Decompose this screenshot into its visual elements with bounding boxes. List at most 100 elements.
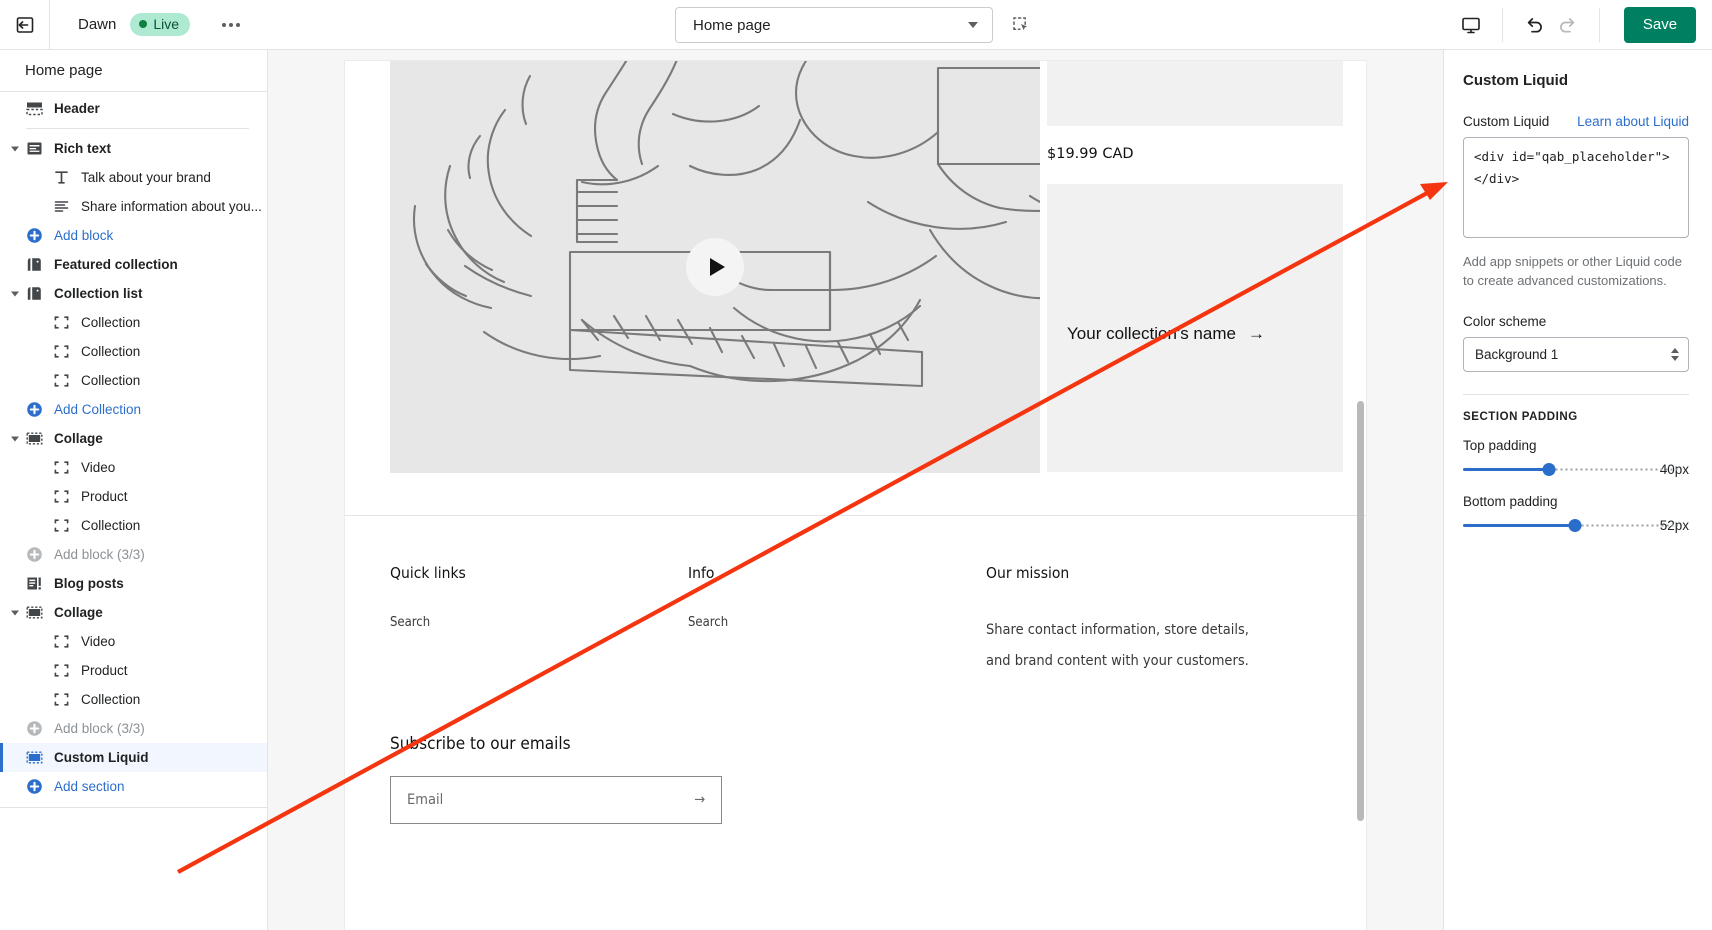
- collage-video-block[interactable]: [390, 61, 1040, 473]
- add-circle-icon: [27, 402, 42, 417]
- bottom-padding-label: Bottom padding: [1463, 494, 1558, 509]
- add-circle-icon: [27, 779, 42, 794]
- sidebar-item-add-section[interactable]: Add section: [0, 772, 267, 801]
- sidebar-item-label: Product: [81, 663, 128, 678]
- store-preview: $19.99 CAD Your collection's name → Quic…: [268, 50, 1444, 930]
- sidebar-item-collage[interactable]: Collage: [0, 424, 267, 453]
- play-icon: [709, 258, 725, 276]
- sidebar-item-collection[interactable]: Collection: [0, 337, 267, 366]
- sidebar-item-collection[interactable]: Collection: [0, 366, 267, 395]
- save-button[interactable]: Save: [1624, 6, 1696, 43]
- arrow-right-icon: →: [1247, 324, 1265, 343]
- sidebar-item-rich-text[interactable]: Rich text: [0, 134, 267, 163]
- item-icon-wrap: [53, 662, 70, 679]
- sidebar-item-blog-posts[interactable]: Blog posts: [0, 569, 267, 598]
- collection-card-placeholder[interactable]: Your collection's name →: [1047, 184, 1343, 472]
- more-actions-button[interactable]: [216, 11, 246, 39]
- sidebar-item-label: Collection: [81, 344, 141, 359]
- page-selector[interactable]: Home page: [675, 7, 993, 43]
- undo-icon: [1527, 17, 1542, 33]
- device-preview-button[interactable]: [1454, 9, 1488, 41]
- item-icon-wrap: [26, 749, 43, 766]
- footer-link[interactable]: Search: [390, 615, 688, 630]
- bottom-padding-slider[interactable]: [1463, 519, 1678, 533]
- top-bar-center: Home page: [675, 0, 1037, 50]
- item-icon-wrap: [53, 198, 70, 215]
- sidebar-item-collage[interactable]: Collage: [0, 598, 267, 627]
- sidebar-item-talk-about-your-brand[interactable]: Talk about your brand: [0, 163, 267, 192]
- learn-about-liquid-link[interactable]: Learn about Liquid: [1577, 114, 1689, 129]
- preview-scrollbar[interactable]: [1357, 401, 1364, 821]
- theme-name: Dawn: [78, 16, 117, 33]
- add-icon-wrap: [26, 720, 43, 737]
- preview-frame: $19.99 CAD Your collection's name → Quic…: [345, 61, 1366, 930]
- add-icon-wrap: [26, 778, 43, 795]
- undo-button[interactable]: [1517, 9, 1551, 41]
- sidebar-item-add-collection[interactable]: Add Collection: [0, 395, 267, 424]
- collapse-caret-icon[interactable]: [11, 436, 19, 441]
- sidebar-item-collection[interactable]: Collection: [0, 511, 267, 540]
- collection-card-link[interactable]: Your collection's name →: [1067, 324, 1265, 344]
- add-icon-wrap: [26, 401, 43, 418]
- sidebar-item-collection[interactable]: Collection: [0, 685, 267, 714]
- collapse-caret-icon[interactable]: [11, 291, 19, 296]
- product-image-placeholder[interactable]: [1047, 61, 1343, 126]
- arrow-right-icon[interactable]: →: [694, 792, 705, 808]
- sidebar-item-product[interactable]: Product: [0, 482, 267, 511]
- play-video-button[interactable]: [686, 238, 744, 296]
- section-settings-panel: Custom Liquid Custom Liquid Learn about …: [1444, 50, 1712, 930]
- slider-handle[interactable]: [1568, 519, 1582, 532]
- custom-liquid-code-input[interactable]: [1463, 137, 1689, 238]
- status-badge: Live: [130, 13, 191, 36]
- sidebar-item-header[interactable]: Header: [0, 94, 267, 123]
- subscribe-title: Subscribe to our emails: [390, 734, 571, 754]
- redo-button[interactable]: [1551, 9, 1585, 41]
- item-icon-wrap: [26, 285, 43, 302]
- blog-posts-icon: [27, 577, 41, 590]
- sidebar-item-label: Collection: [81, 373, 141, 388]
- sidebar-item-share-information-about-you[interactable]: Share information about you...: [0, 192, 267, 221]
- sidebar-item-add-block-3-3: Add block (3/3): [0, 714, 267, 743]
- sidebar-item-label: Product: [81, 489, 128, 504]
- sidebar-item-add-block[interactable]: Add block: [0, 221, 267, 250]
- top-bar-left: Dawn Live: [0, 0, 246, 49]
- collapse-caret-icon[interactable]: [11, 146, 19, 151]
- panel-divider: [1463, 394, 1689, 395]
- top-padding-slider[interactable]: [1463, 463, 1678, 477]
- sidebar-item-collection-list[interactable]: Collection list: [0, 279, 267, 308]
- add-circle-icon: [27, 721, 42, 736]
- item-icon-wrap: [53, 691, 70, 708]
- placeholder-brackets-icon: [54, 664, 69, 677]
- slider-remaining-track: [1575, 524, 1678, 527]
- header-layout-icon: [26, 102, 43, 116]
- sidebar-item-label: Video: [81, 460, 116, 475]
- collage-layout-icon: [26, 751, 43, 764]
- placeholder-brackets-icon: [54, 345, 69, 358]
- color-scheme-select[interactable]: Background 1: [1463, 337, 1689, 372]
- footer-column-title: Info: [688, 564, 715, 582]
- sidebar-item-product[interactable]: Product: [0, 656, 267, 685]
- sidebar-item-video[interactable]: Video: [0, 627, 267, 656]
- slider-handle[interactable]: [1542, 463, 1556, 476]
- footer-mission-line1: Share contact information, store details…: [986, 622, 1249, 638]
- desktop-preview-icon: [1462, 17, 1480, 33]
- paragraph-lines-icon: [54, 201, 69, 212]
- status-badge-label: Live: [153, 16, 180, 32]
- sidebar-item-featured-collection[interactable]: Featured collection: [0, 250, 267, 279]
- collection-tag-icon: [27, 287, 41, 300]
- sidebar-item-custom-liquid[interactable]: Custom Liquid: [0, 743, 267, 772]
- sidebar-item-label: Share information about you...: [81, 199, 262, 214]
- item-icon-wrap: [26, 575, 43, 592]
- email-subscribe-input[interactable]: Email →: [390, 776, 722, 824]
- sidebar-item-collection[interactable]: Collection: [0, 308, 267, 337]
- sidebar-item-label: Collection: [81, 518, 141, 533]
- inspect-mode-button[interactable]: [1005, 9, 1037, 41]
- collage-right-column: $19.99 CAD Your collection's name →: [1047, 61, 1343, 473]
- sidebar-item-label: Rich text: [54, 141, 112, 156]
- exit-editor-button[interactable]: [0, 0, 50, 49]
- sidebar-item-video[interactable]: Video: [0, 453, 267, 482]
- item-icon-wrap: [26, 100, 43, 117]
- collapse-caret-icon[interactable]: [11, 610, 19, 615]
- footer-link[interactable]: Search: [688, 615, 986, 630]
- footer-column-our-mission: Our mission Share contact information, s…: [986, 564, 1249, 677]
